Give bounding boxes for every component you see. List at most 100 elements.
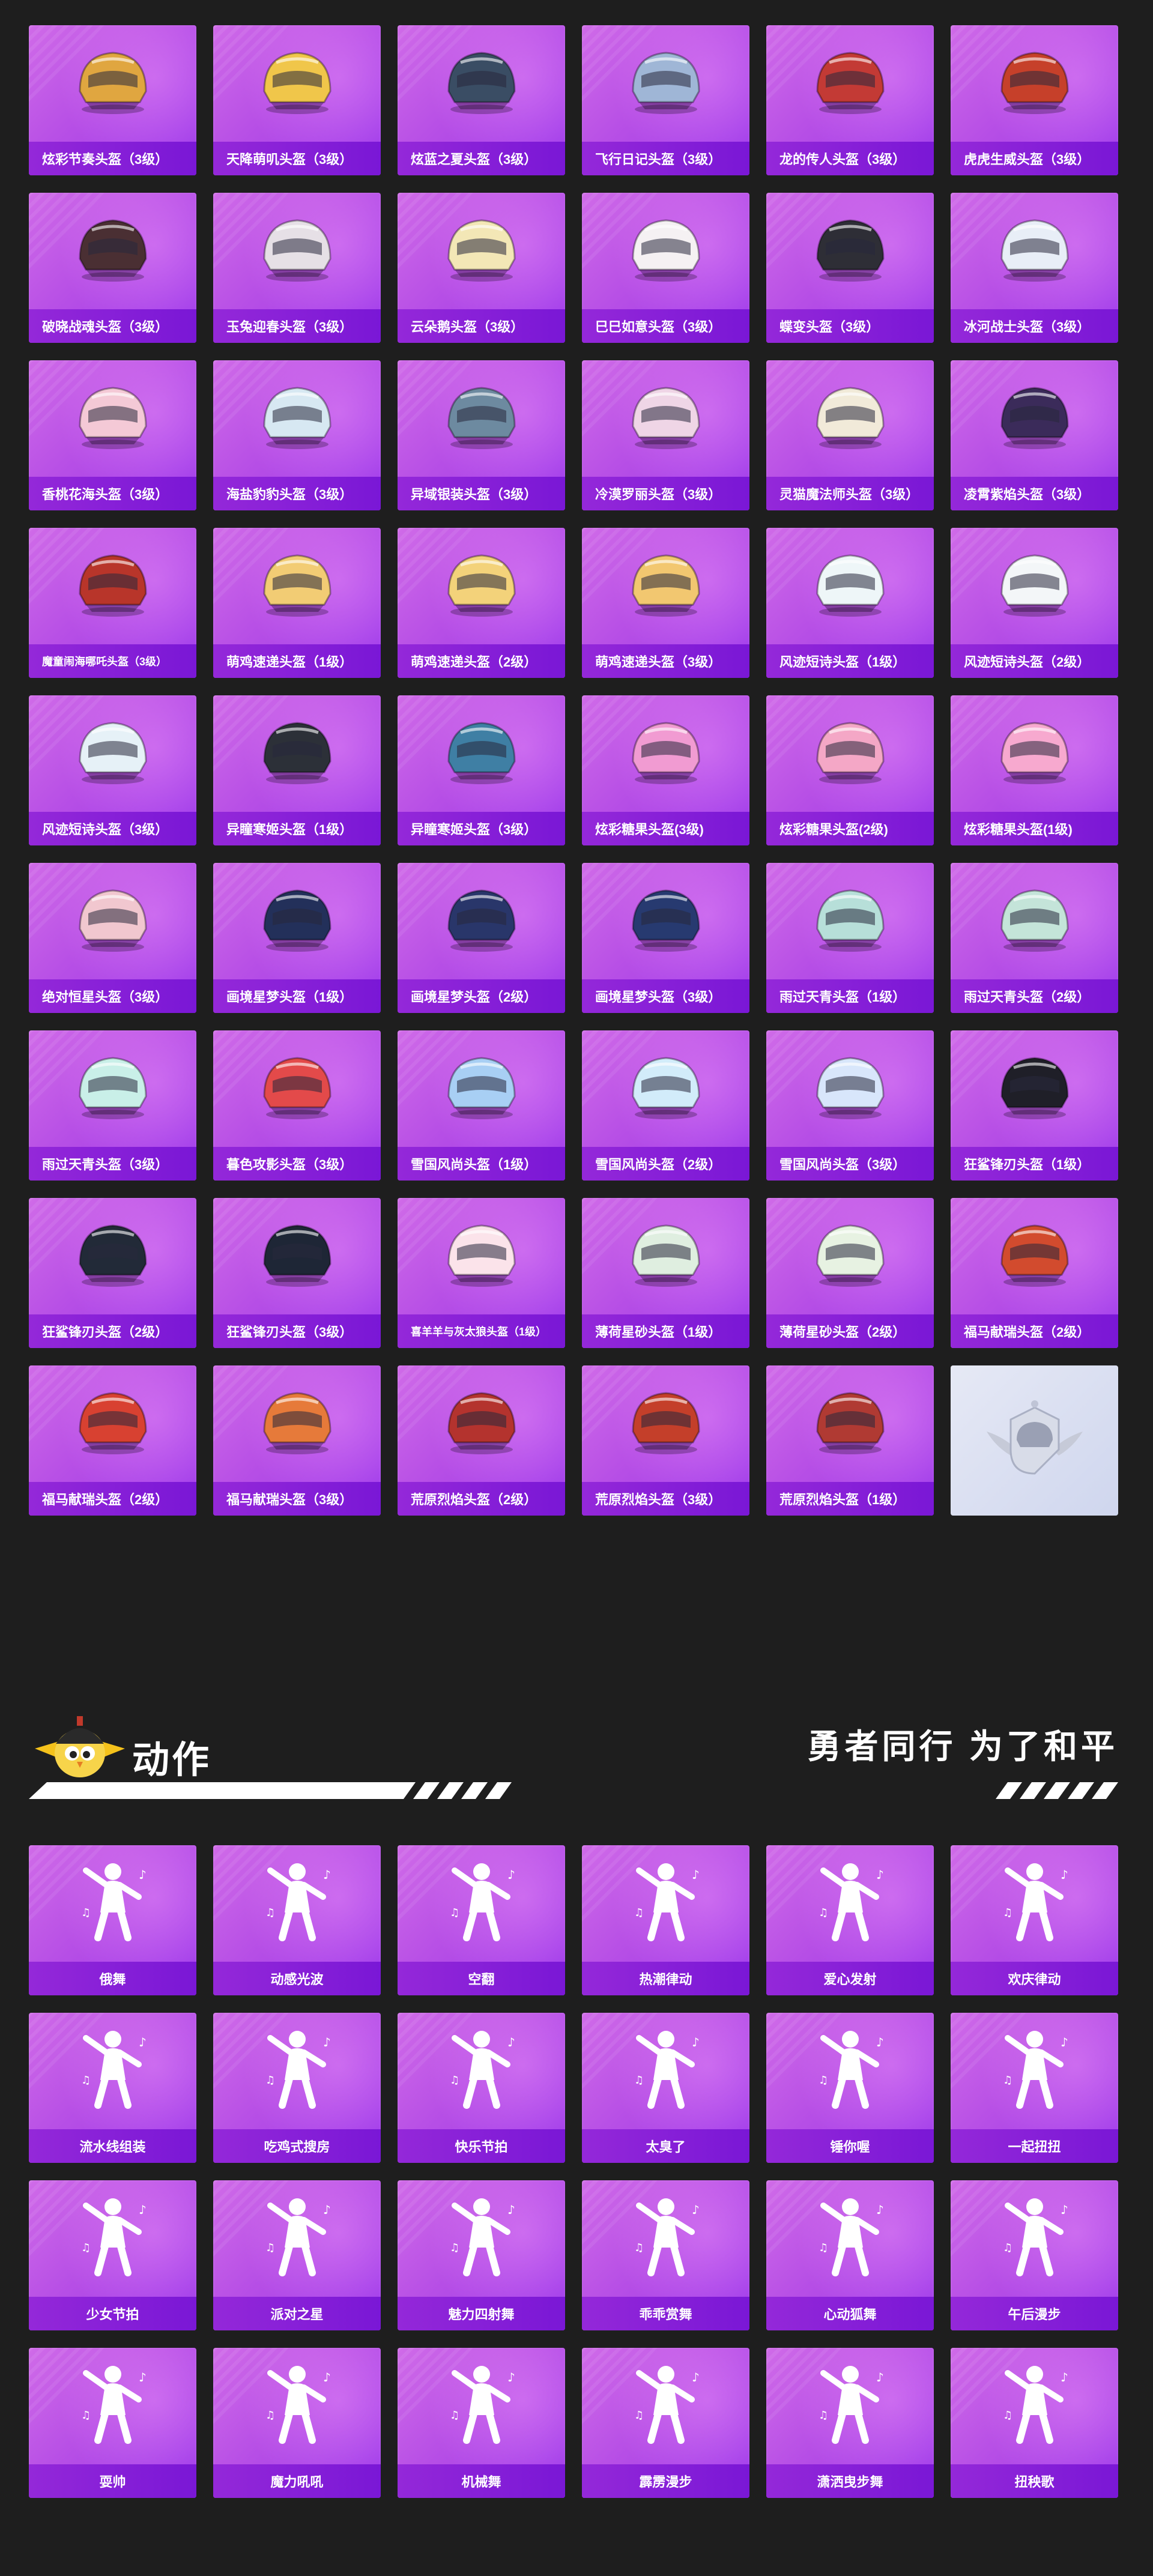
helmet-card[interactable]: 萌鸡速递头盔（1级） bbox=[213, 528, 381, 678]
helmet-card[interactable]: 炫彩糖果头盔(1级) bbox=[951, 695, 1118, 845]
emote-card[interactable]: ♪ ♫ 魔力吼吼 bbox=[213, 2348, 381, 2498]
helmet-card[interactable]: 龙的传人头盔（3级） bbox=[766, 25, 934, 175]
helmet-card[interactable]: 冰河战士头盔（3级） bbox=[951, 193, 1118, 343]
helmet-card[interactable]: 狂鲨锋刃头盔（3级） bbox=[213, 1198, 381, 1348]
emote-label: 潇洒曳步舞 bbox=[766, 2464, 934, 2498]
svg-text:♪: ♪ bbox=[139, 2203, 147, 2217]
helmet-label: 炫彩糖果头盔(1级) bbox=[951, 812, 1118, 845]
helmet-card[interactable]: 福马献瑞头盔（3级） bbox=[213, 1365, 381, 1516]
helmet-card[interactable]: 魔童闹海哪吒头盔（3级） bbox=[29, 528, 196, 678]
helmet-card[interactable]: 暮色攻影头盔（3级） bbox=[213, 1030, 381, 1181]
helmet-card[interactable]: 海盐豹豹头盔（3级） bbox=[213, 360, 381, 510]
helmet-card[interactable]: 破晓战魂头盔（3级） bbox=[29, 193, 196, 343]
helmet-icon bbox=[990, 1217, 1080, 1289]
helmet-card[interactable]: 雪国风尚头盔（2级） bbox=[582, 1030, 749, 1181]
helmet-card[interactable]: 狂鲨锋刃头盔（2级） bbox=[29, 1198, 196, 1348]
helmet-card[interactable]: 异瞳寒姬头盔（1级） bbox=[213, 695, 381, 845]
helmet-card[interactable]: 虎虎生威头盔（3级） bbox=[951, 25, 1118, 175]
helmet-card[interactable]: 灵猫魔法师头盔（3级） bbox=[766, 360, 934, 510]
emote-card[interactable]: ♪ ♫ 空翻 bbox=[398, 1845, 565, 1995]
dancer-icon: ♪ ♫ bbox=[437, 2361, 527, 2445]
helmet-card[interactable]: 画境星梦头盔（1级） bbox=[213, 863, 381, 1013]
helmet-label: 飞行日记头盔（3级） bbox=[582, 142, 749, 175]
helmet-card[interactable]: 画境星梦头盔（2级） bbox=[398, 863, 565, 1013]
helmet-label: 风迹短诗头盔（2级） bbox=[951, 644, 1118, 678]
emote-card[interactable]: ♪ ♫ 派对之星 bbox=[213, 2180, 381, 2330]
helmet-icon bbox=[68, 547, 158, 619]
helmet-card[interactable]: 喜羊羊与灰太狼头盔（1级） bbox=[398, 1198, 565, 1348]
helmet-card[interactable]: 巳巳如意头盔（3级） bbox=[582, 193, 749, 343]
emote-row: ♪ ♫ 少女节拍 ♪ ♫ 派对之星 ♪ ♫ 魅力四射舞 ♪ ♫ 乖乖赏舞 ♪ ♫… bbox=[29, 2180, 1118, 2330]
helmet-card[interactable]: 薄荷星砂头盔（1级） bbox=[582, 1198, 749, 1348]
helmet-card[interactable]: 炫蓝之夏头盔（3级） bbox=[398, 25, 565, 175]
helmet-card[interactable]: 萌鸡速递头盔（2级） bbox=[398, 528, 565, 678]
emote-card[interactable]: ♪ ♫ 太臭了 bbox=[582, 2013, 749, 2163]
emote-card[interactable]: ♪ ♫ 霹雳漫步 bbox=[582, 2348, 749, 2498]
helmet-card[interactable]: 炫彩糖果头盔(3级) bbox=[582, 695, 749, 845]
helmet-card[interactable]: 福马献瑞头盔（2级） bbox=[29, 1365, 196, 1516]
emote-card[interactable]: ♪ ♫ 机械舞 bbox=[398, 2348, 565, 2498]
helmet-card[interactable]: 蝶变头盔（3级） bbox=[766, 193, 934, 343]
helmet-card[interactable]: 香桃花海头盔（3级） bbox=[29, 360, 196, 510]
helmet-card[interactable]: 天降萌叽头盔（3级） bbox=[213, 25, 381, 175]
emblem-card[interactable] bbox=[951, 1365, 1118, 1516]
helmet-card[interactable]: 狂鲨锋刃头盔（1级） bbox=[951, 1030, 1118, 1181]
helmet-label: 福马献瑞头盔（2级） bbox=[29, 1482, 196, 1516]
emote-card[interactable]: ♪ ♫ 午后漫步 bbox=[951, 2180, 1118, 2330]
helmet-card[interactable]: 风迹短诗头盔（1级） bbox=[766, 528, 934, 678]
emote-card[interactable]: ♪ ♫ 心动狐舞 bbox=[766, 2180, 934, 2330]
emote-card[interactable]: ♪ ♫ 潇洒曳步舞 bbox=[766, 2348, 934, 2498]
emote-card[interactable]: ♪ ♫ 爱心发射 bbox=[766, 1845, 934, 1995]
helmet-card[interactable]: 荒原烈焰头盔（3级） bbox=[582, 1365, 749, 1516]
emote-card[interactable]: ♪ ♫ 耍帅 bbox=[29, 2348, 196, 2498]
emote-row: ♪ ♫ 耍帅 ♪ ♫ 魔力吼吼 ♪ ♫ 机械舞 ♪ ♫ 霹雳漫步 ♪ ♫ 潇洒曳… bbox=[29, 2348, 1118, 2498]
helmet-card[interactable]: 雨过天青头盔（1级） bbox=[766, 863, 934, 1013]
emote-card[interactable]: ♪ ♫ 吃鸡式搜房 bbox=[213, 2013, 381, 2163]
emote-card[interactable]: ♪ ♫ 魅力四射舞 bbox=[398, 2180, 565, 2330]
helmet-card[interactable]: 荒原烈焰头盔（2级） bbox=[398, 1365, 565, 1516]
svg-text:♪: ♪ bbox=[323, 2370, 331, 2384]
helmet-label: 虎虎生威头盔（3级） bbox=[951, 142, 1118, 175]
svg-text:♪: ♪ bbox=[692, 2035, 700, 2049]
emote-card[interactable]: ♪ ♫ 一起扭扭 bbox=[951, 2013, 1118, 2163]
helmet-card[interactable]: 雨过天青头盔（3级） bbox=[29, 1030, 196, 1181]
emote-card[interactable]: ♪ ♫ 少女节拍 bbox=[29, 2180, 196, 2330]
helmet-card[interactable]: 玉兔迎春头盔（3级） bbox=[213, 193, 381, 343]
helmet-card[interactable]: 云朵鹅头盔（3级） bbox=[398, 193, 565, 343]
helmet-card[interactable]: 雨过天青头盔（2级） bbox=[951, 863, 1118, 1013]
helmet-icon bbox=[990, 882, 1080, 954]
helmet-card[interactable]: 萌鸡速递头盔（3级） bbox=[582, 528, 749, 678]
svg-text:♫: ♫ bbox=[265, 1906, 275, 1919]
emote-card[interactable]: ♪ ♫ 乖乖赏舞 bbox=[582, 2180, 749, 2330]
helmet-card[interactable]: 风迹短诗头盔（3级） bbox=[29, 695, 196, 845]
helmet-card[interactable]: 炫彩糖果头盔(2级) bbox=[766, 695, 934, 845]
helmet-card[interactable]: 画境星梦头盔（3级） bbox=[582, 863, 749, 1013]
helmet-card[interactable]: 异域银装头盔（3级） bbox=[398, 360, 565, 510]
emote-card[interactable]: ♪ ♫ 扭秧歌 bbox=[951, 2348, 1118, 2498]
helmet-card[interactable]: 荒原烈焰头盔（1级） bbox=[766, 1365, 934, 1516]
emote-card[interactable]: ♪ ♫ 欢庆律动 bbox=[951, 1845, 1118, 1995]
emote-card[interactable]: ♪ ♫ 俄舞 bbox=[29, 1845, 196, 1995]
emote-card[interactable]: ♪ ♫ 热潮律动 bbox=[582, 1845, 749, 1995]
helmet-card[interactable]: 异瞳寒姬头盔（3级） bbox=[398, 695, 565, 845]
helmet-card[interactable]: 冷漠罗丽头盔（3级） bbox=[582, 360, 749, 510]
helmet-card[interactable]: 飞行日记头盔（3级） bbox=[582, 25, 749, 175]
svg-text:♪: ♪ bbox=[323, 2035, 331, 2049]
helmet-card[interactable]: 炫彩节奏头盔（3级） bbox=[29, 25, 196, 175]
helmet-card[interactable]: 风迹短诗头盔（2级） bbox=[951, 528, 1118, 678]
helmet-card[interactable]: 绝对恒星头盔（3级） bbox=[29, 863, 196, 1013]
svg-text:♫: ♫ bbox=[265, 2074, 275, 2087]
helmet-card[interactable]: 雪国风尚头盔（1级） bbox=[398, 1030, 565, 1181]
helmet-icon bbox=[252, 547, 342, 619]
emote-card[interactable]: ♪ ♫ 动感光波 bbox=[213, 1845, 381, 1995]
helmet-card[interactable]: 福马献瑞头盔（2级） bbox=[951, 1198, 1118, 1348]
emote-card[interactable]: ♪ ♫ 流水线组装 bbox=[29, 2013, 196, 2163]
svg-text:♪: ♪ bbox=[139, 1867, 147, 1882]
emote-card[interactable]: ♪ ♫ 锤你喔 bbox=[766, 2013, 934, 2163]
helmet-icon bbox=[252, 1050, 342, 1122]
helmet-card[interactable]: 雪国风尚头盔（3级） bbox=[766, 1030, 934, 1181]
helmet-card[interactable]: 凌霄紫焰头盔（3级） bbox=[951, 360, 1118, 510]
emote-card[interactable]: ♪ ♫ 快乐节拍 bbox=[398, 2013, 565, 2163]
helmet-card[interactable]: 薄荷星砂头盔（2级） bbox=[766, 1198, 934, 1348]
dancer-icon: ♪ ♫ bbox=[252, 2361, 342, 2445]
